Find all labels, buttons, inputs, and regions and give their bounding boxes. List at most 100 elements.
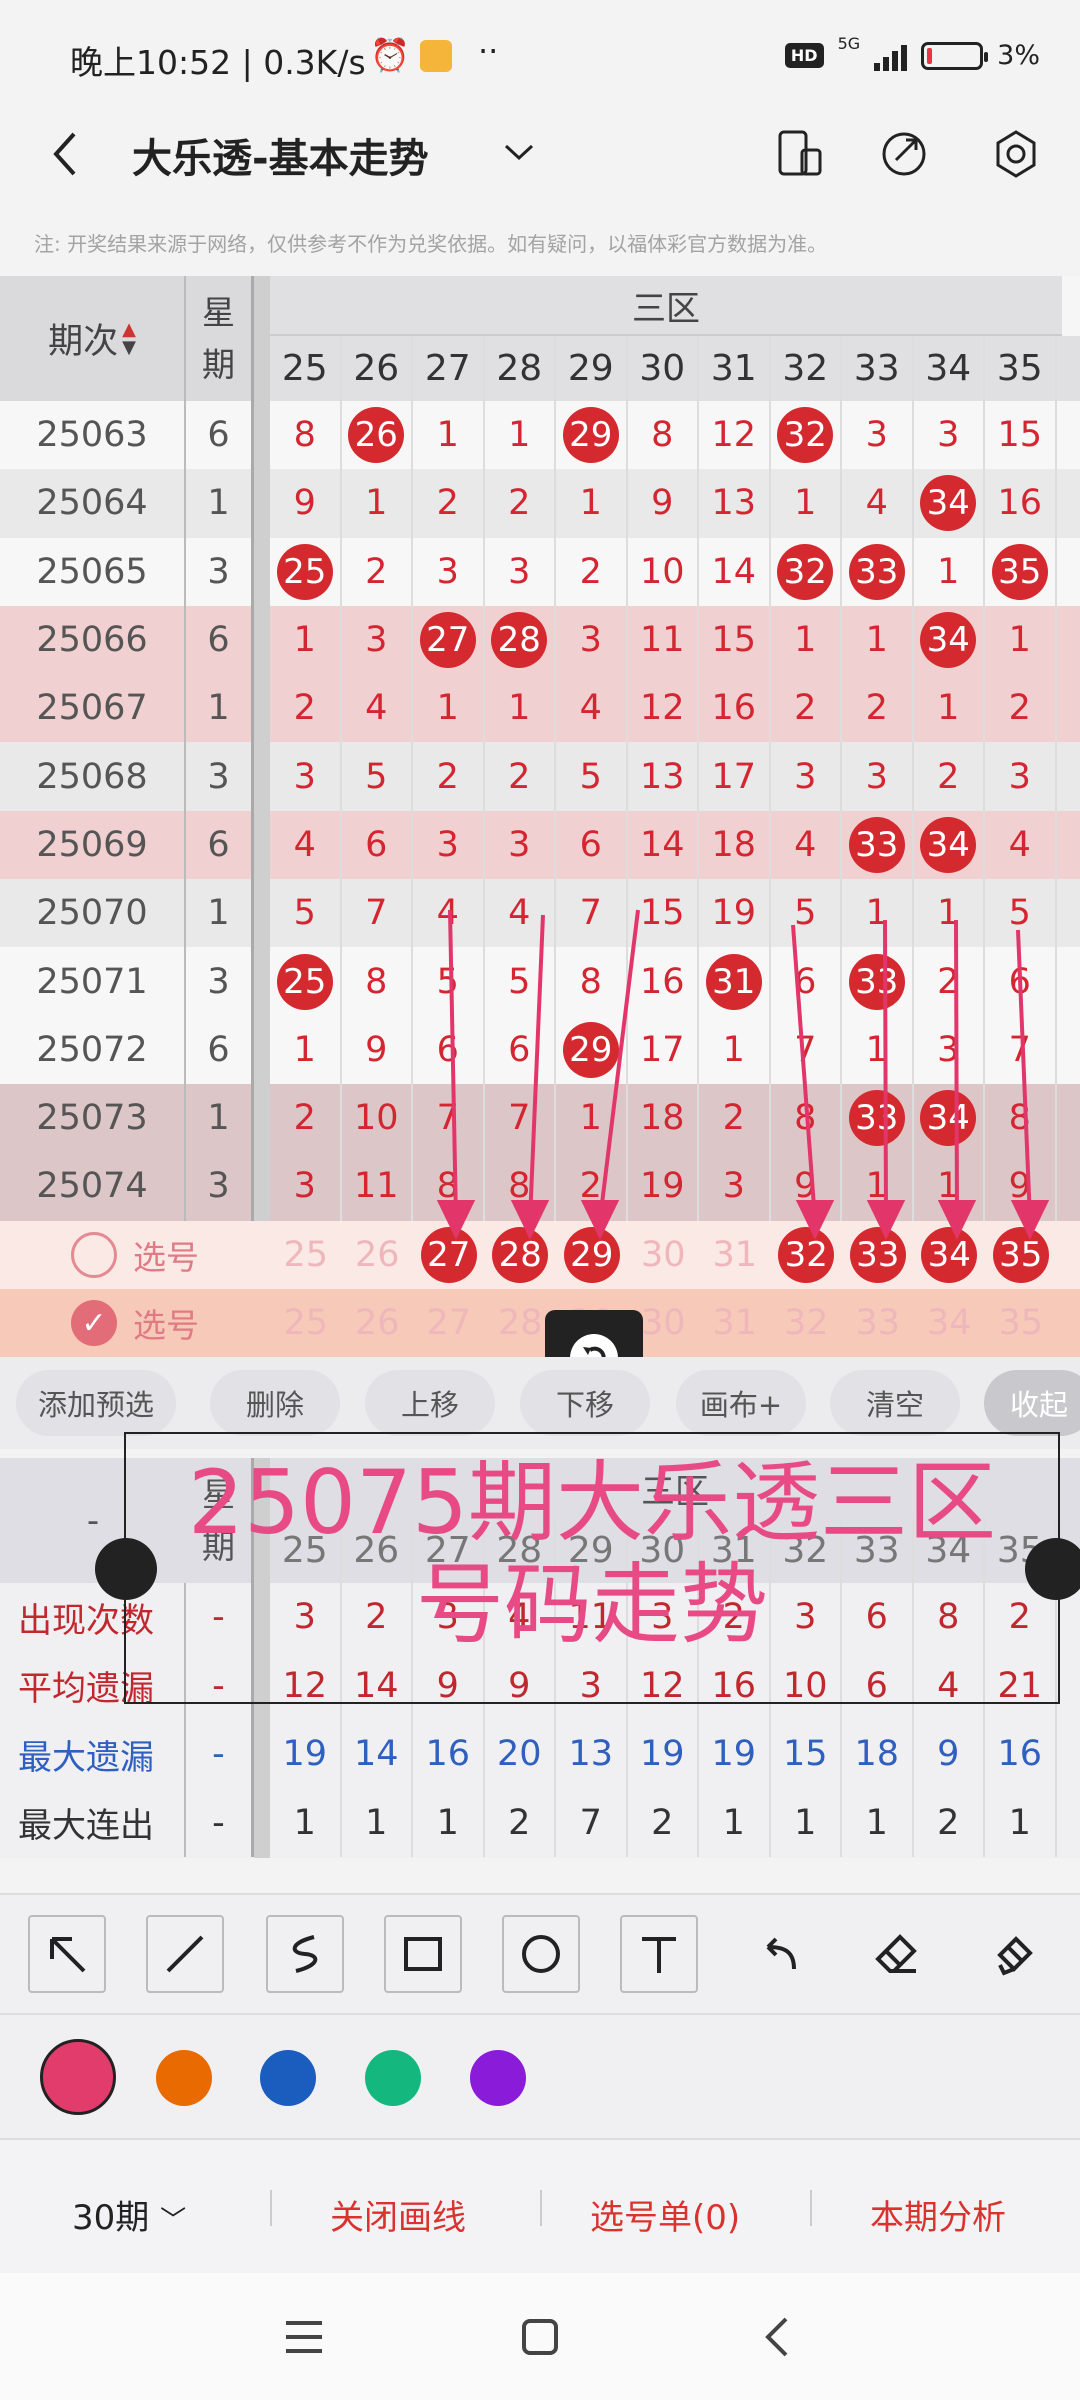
text-tool-icon[interactable] (620, 1915, 698, 1993)
table-row[interactable]: 25065 3 25 2 3 3 2 10 14 32 33 1 35 (0, 537, 1080, 606)
color-swatch-pink[interactable] (40, 2039, 116, 2115)
number-cell: 3 (270, 742, 342, 811)
toolbar-button[interactable]: 画布+ (676, 1370, 806, 1436)
number-cell: 35 (985, 537, 1057, 606)
eraser-icon[interactable] (858, 1915, 936, 1993)
select-number[interactable]: 25 (270, 1289, 342, 1357)
number-cell: 2 (270, 674, 342, 743)
selection-list-button[interactable]: 选号单(0) (590, 2190, 740, 2239)
system-nav-bar (0, 2273, 1080, 2400)
circle-tool-icon[interactable] (502, 1915, 580, 1993)
toolbar-button[interactable]: 删除 (210, 1370, 340, 1436)
battery-icon (921, 41, 989, 70)
color-swatch-purple[interactable] (470, 2050, 526, 2106)
number-header-row: 25 26 27 28 29 30 31 32 33 34 35 (270, 336, 1080, 401)
back-arrow-icon[interactable] (46, 128, 86, 180)
number-cell: 34 (914, 810, 985, 880)
share-icon[interactable] (876, 126, 932, 182)
number-cell: 3 (485, 810, 556, 880)
select-number[interactable]: 35 (985, 1289, 1057, 1357)
issue-cell: 25067 (0, 674, 186, 743)
table-row[interactable]: 25063 6 8 26 1 1 29 8 12 32 3 3 15 (0, 401, 1080, 470)
select-number[interactable]: 26 (342, 1289, 414, 1357)
select-toggle[interactable]: ✓ 选号 (0, 1289, 270, 1357)
chevron-down-icon[interactable] (502, 138, 536, 168)
menu-icon[interactable] (282, 2315, 326, 2359)
number-cell: 14 (699, 537, 771, 606)
select-number[interactable]: 27 (413, 1289, 485, 1357)
drawn-number-ball: 34 (920, 475, 977, 532)
toolbar-button[interactable]: 收起 (984, 1370, 1080, 1436)
select-number[interactable]: 34 (914, 1289, 986, 1357)
stats-value: 19 (699, 1720, 771, 1789)
toolbar-button[interactable]: 清空 (830, 1370, 960, 1436)
number-cell: 33 (842, 810, 914, 880)
number-cell: 32 (771, 401, 842, 470)
disclaimer-notice: 注: 开奖结果来源于网络，仅供参考不作为兑奖依据。如有疑问，以福体彩官方数据为准… (34, 232, 828, 256)
home-icon[interactable] (518, 2315, 562, 2359)
number-cell: 16 (699, 674, 771, 743)
number-header-cell: 33 (842, 336, 914, 401)
stats-value: 19 (628, 1720, 699, 1789)
number-cell: 6 (556, 810, 628, 880)
number-cell: 1 (413, 401, 485, 470)
number-cell: 2 (413, 742, 485, 811)
table-row[interactable]: 25064 1 9 1 2 2 1 9 13 1 4 34 16 (0, 469, 1080, 538)
resize-handle-right[interactable] (1025, 1538, 1080, 1600)
table-row[interactable]: 25067 1 2 4 1 1 4 12 16 2 2 1 2 (0, 674, 1080, 743)
page-title[interactable]: 大乐透-基本走势 (132, 126, 429, 184)
select-number[interactable]: 31 (699, 1289, 771, 1357)
analysis-button[interactable]: 本期分析 (870, 2190, 1006, 2239)
table-row[interactable]: 25069 6 4 6 3 3 6 14 18 4 33 34 4 (0, 810, 1080, 880)
week-cell: 6 (186, 810, 254, 880)
number-cell: 1 (342, 469, 413, 538)
number-cell: 2 (556, 537, 628, 606)
line-tool-icon[interactable] (146, 1915, 224, 1993)
number-cell: 2 (985, 674, 1057, 743)
toolbar-button[interactable]: 下移 (520, 1370, 650, 1436)
layout-icon[interactable] (772, 126, 828, 182)
toolbar-button[interactable]: 上移 (365, 1370, 495, 1436)
table-row[interactable]: 25068 3 3 5 2 2 5 13 17 3 3 2 3 (0, 742, 1080, 811)
resize-handle-left[interactable] (95, 1538, 157, 1600)
drawn-arrows (436, 909, 1050, 1240)
undo-icon[interactable] (740, 1915, 818, 1993)
stats-row: 最大遗漏 -19 14 16 20 13 19 19 15 18 9 16 (0, 1720, 1080, 1789)
issue-cell: 25065 (0, 537, 186, 606)
drawn-number-ball: 26 (348, 407, 405, 464)
number-cell: 3 (842, 401, 914, 470)
rectangle-tool-icon[interactable] (384, 1915, 462, 1993)
number-cell: 1 (413, 674, 485, 743)
annotation-text: 25075期大乐透三区 号码走势 (188, 1451, 996, 1656)
settings-icon[interactable] (988, 126, 1044, 182)
number-cell: 3 (485, 537, 556, 606)
color-swatch-orange[interactable] (156, 2050, 212, 2106)
select-number[interactable]: 33 (842, 1289, 914, 1357)
clear-brush-icon[interactable] (976, 1915, 1054, 1993)
arrow-tool-icon[interactable] (28, 1915, 106, 1993)
stats-value: 15 (771, 1720, 842, 1789)
color-swatch-blue[interactable] (260, 2050, 316, 2106)
select-number[interactable]: 32 (771, 1289, 843, 1357)
bottom-action-bar: 30期 ﹀ 关闭画线 选号单(0) 本期分析 (0, 2138, 1080, 2273)
table-row[interactable]: 25066 6 1 3 27 28 3 11 15 1 1 34 1 (0, 605, 1080, 675)
checked-circle-icon[interactable]: ✓ (71, 1300, 117, 1346)
period-selector[interactable]: 30期 ﹀ (72, 2190, 186, 2239)
drawn-number-ball: 25 (276, 543, 333, 600)
number-header-cell: 34 (914, 336, 985, 401)
close-drawing-button[interactable]: 关闭画线 (330, 2190, 466, 2239)
annotation-box[interactable]: 25075期大乐透三区 号码走势 (124, 1432, 1060, 1704)
battery-percent: 3% (997, 40, 1040, 71)
stats-week-dash: - (186, 1788, 254, 1857)
drawn-number-ball: 34 (920, 816, 977, 873)
select-row[interactable]: ✓选号2526272829303132333435 (0, 1288, 1080, 1358)
stats-label: 最大连出 (0, 1788, 186, 1857)
toolbar-button[interactable]: 添加预选 (16, 1370, 176, 1436)
week-cell: 6 (186, 605, 254, 675)
number-cell: 3 (413, 810, 485, 880)
freehand-tool-icon[interactable] (266, 1915, 344, 1993)
color-swatch-green[interactable] (365, 2050, 421, 2106)
back-icon[interactable] (756, 2315, 800, 2359)
issue-column-header[interactable]: 期次 ▲ ▼ (0, 276, 186, 401)
number-cell: 15 (699, 605, 771, 675)
